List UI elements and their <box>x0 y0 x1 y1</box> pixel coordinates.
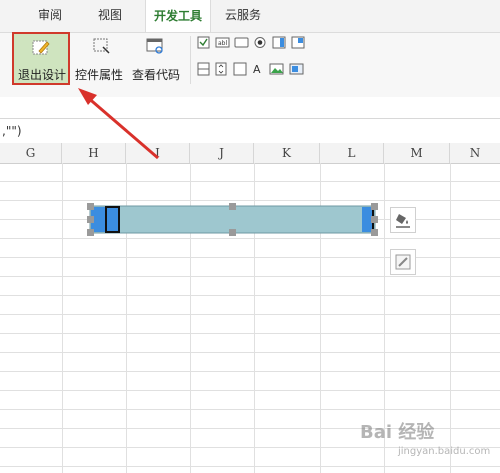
baidu-watermark: Bai 经验 <box>360 422 435 443</box>
red-arrow-annotation <box>78 88 159 160</box>
baidu-watermark-url: jingyan.baidu.com <box>398 446 491 457</box>
